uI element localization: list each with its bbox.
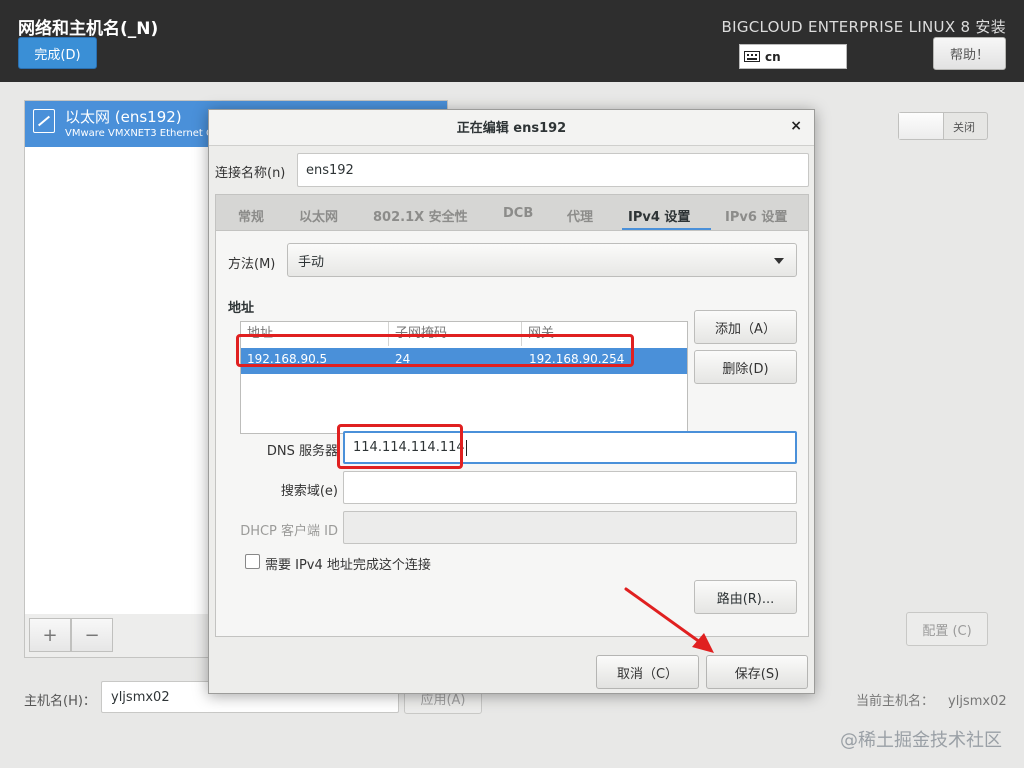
current-hostname-value: yljsmx02 xyxy=(948,694,1007,709)
highlight-address-row xyxy=(236,334,634,367)
add-address-button[interactable]: 添加（A） xyxy=(694,310,797,344)
device-name: 以太网 (ens192) xyxy=(65,108,182,126)
keyboard-layout-indicator[interactable]: cn xyxy=(739,44,847,69)
require-ipv4-checkbox[interactable] xyxy=(245,554,260,569)
remove-device-button[interactable]: − xyxy=(71,618,113,652)
connection-name-label: 连接名称(n) xyxy=(215,166,286,181)
method-select[interactable]: 手动 xyxy=(287,243,797,277)
toggle-knob xyxy=(899,113,944,139)
chevron-down-icon xyxy=(774,258,784,264)
connection-toggle[interactable]: 关闭 xyxy=(898,112,988,140)
dialog-title: 正在编辑 ens192 xyxy=(209,110,814,146)
connection-name-input[interactable]: ens192 xyxy=(297,153,809,187)
ipv4-settings-panel: 方法(M) 手动 地址 地址 子网掩码 网关 192.168.90.5 24 1… xyxy=(215,230,809,637)
dhcp-client-id-label: DHCP 客户端 ID xyxy=(240,524,338,539)
dhcp-client-id-input[interactable] xyxy=(343,511,797,544)
delete-address-button[interactable]: 删除(D) xyxy=(694,350,797,384)
dns-label: DNS 服务器 xyxy=(266,444,338,459)
top-bar: 网络和主机名(_N) 完成(D) BIGCLOUD ENTERPRISE LIN… xyxy=(0,0,1024,82)
add-device-button[interactable]: + xyxy=(29,618,71,652)
text-cursor xyxy=(465,439,467,456)
close-icon[interactable]: × xyxy=(790,118,802,134)
product-name: BIGCLOUD ENTERPRISE LINUX 8 安装 xyxy=(721,18,1006,36)
search-domain-label: 搜索域(e) xyxy=(280,484,338,499)
watermark: @稀土掘金技术社区 xyxy=(840,730,1002,751)
tab-ipv4-settings[interactable]: IPv4 设置 xyxy=(628,206,690,225)
current-hostname: 当前主机名： yljsmx02 xyxy=(856,690,1007,709)
tab-8021x-security[interactable]: 802.1X 安全性 xyxy=(373,206,468,225)
tab-proxy[interactable]: 代理 xyxy=(567,206,593,225)
ethernet-icon xyxy=(33,109,55,133)
annotation-arrow-icon xyxy=(624,587,714,653)
done-button[interactable]: 完成(D) xyxy=(18,37,97,69)
toggle-label: 关闭 xyxy=(953,121,975,134)
tab-ethernet[interactable]: 以太网 xyxy=(299,206,338,225)
highlight-dns-field xyxy=(337,424,463,469)
address-section-heading: 地址 xyxy=(228,301,255,316)
require-ipv4-label: 需要 IPv4 地址完成这个连接 xyxy=(265,558,431,573)
tab-ipv6-settings[interactable]: IPv6 设置 xyxy=(725,206,787,225)
search-domain-input[interactable] xyxy=(343,471,797,504)
keyboard-layout-label: cn xyxy=(765,49,781,64)
current-hostname-label: 当前主机名： xyxy=(856,694,935,709)
page-title: 网络和主机名(_N) xyxy=(18,19,159,39)
keyboard-icon xyxy=(744,51,760,62)
settings-tabs: 常规 以太网 802.1X 安全性 DCB 代理 IPv4 设置 IPv6 设置 xyxy=(215,194,809,231)
tab-general[interactable]: 常规 xyxy=(238,206,264,225)
tab-dcb[interactable]: DCB xyxy=(503,206,533,221)
device-subtitle: VMware VMXNET3 Ethernet C xyxy=(65,128,214,139)
method-value: 手动 xyxy=(298,254,325,270)
help-button[interactable]: 帮助！ xyxy=(933,37,1006,70)
method-label: 方法(M) xyxy=(228,257,276,272)
configure-button[interactable]: 配置 (C) xyxy=(906,612,988,646)
hostname-label: 主机名(H)： xyxy=(24,694,96,709)
